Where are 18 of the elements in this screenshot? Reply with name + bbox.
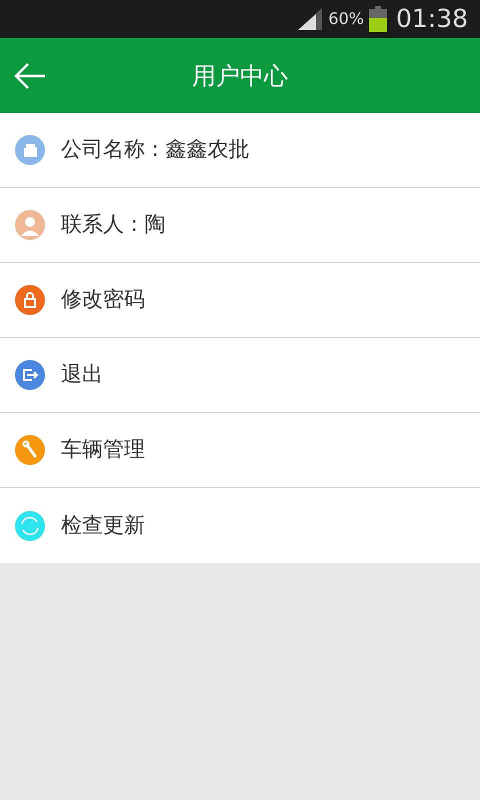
menu-item[interactable]: 退出 xyxy=(0,338,480,413)
menu-item[interactable]: 公司名称 : 鑫鑫农批 xyxy=(0,113,480,188)
menu-label: 联系人 : 陶 xyxy=(61,211,166,238)
menu-label: 修改密码 xyxy=(61,286,145,314)
battery-percent: 60% xyxy=(328,8,364,30)
menu-item[interactable]: 联系人 : 陶 xyxy=(0,188,480,263)
battery-icon xyxy=(368,5,388,33)
menu-label: 退出 xyxy=(61,361,103,388)
menu-item[interactable]: 车辆管理 xyxy=(0,413,480,488)
back-arrow-icon xyxy=(13,62,47,90)
menu-label: 检查更新 xyxy=(61,512,145,539)
signal-icon xyxy=(296,6,324,32)
menu-label: 车辆管理 xyxy=(61,436,145,464)
menu-item[interactable]: 修改密码 xyxy=(0,263,480,338)
menu-item[interactable]: 检查更新 xyxy=(0,488,480,563)
menu-label: 公司名称 : 鑫鑫农批 xyxy=(61,136,250,164)
page-title: 用户中心 xyxy=(192,60,288,92)
clock: 01:38 xyxy=(396,3,468,36)
